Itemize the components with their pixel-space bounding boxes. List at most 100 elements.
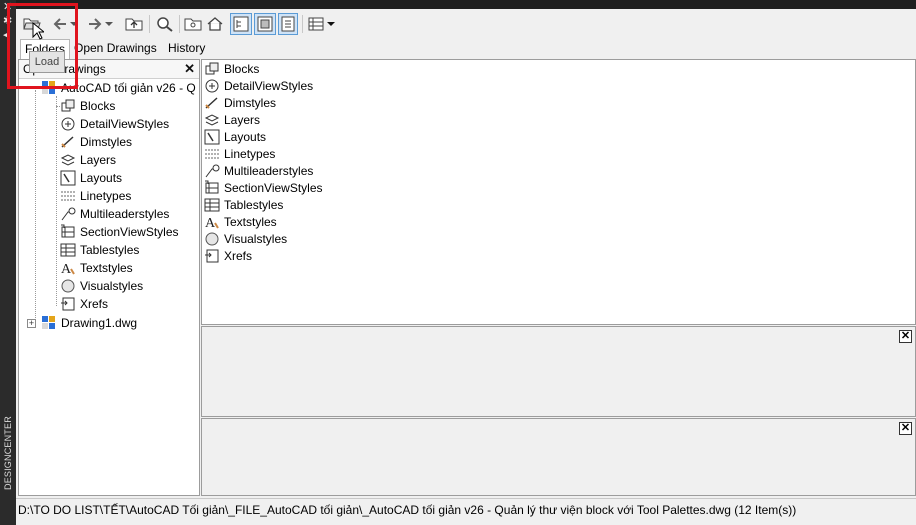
- layouts-icon: [204, 129, 220, 145]
- list-item-label: Dimstyles: [224, 95, 277, 110]
- chevron-down-icon: [105, 22, 113, 26]
- search-button[interactable]: [155, 13, 175, 35]
- list-item-multileaderstyles[interactable]: Multileaderstyles: [204, 162, 313, 179]
- tab-open-drawings[interactable]: Open Drawings: [70, 39, 161, 59]
- tree-item-layers[interactable]: Layers: [60, 151, 116, 169]
- list-item-label: Tablestyles: [224, 197, 284, 212]
- preview-pane: ✕: [201, 326, 916, 417]
- description-pane: ✕: [201, 418, 916, 496]
- list-item-linetypes[interactable]: Linetypes: [204, 145, 275, 162]
- tree-item-xrefs[interactable]: Xrefs: [60, 295, 108, 313]
- tree-item-linetypes[interactable]: Linetypes: [60, 187, 131, 205]
- tree-item-label: SectionViewStyles: [80, 225, 179, 239]
- svg-text:A: A: [61, 262, 72, 276]
- blocks-icon: [60, 98, 76, 114]
- description-toggle[interactable]: [278, 13, 298, 35]
- tree-item-textstyles[interactable]: A Textstyles: [60, 259, 133, 277]
- list-item-dimstyles[interactable]: Dimstyles: [204, 94, 276, 111]
- list-item-visualstyles[interactable]: Visualstyles: [204, 230, 287, 247]
- arrow-right-icon: [89, 18, 102, 30]
- expand-toggle[interactable]: +: [27, 319, 36, 328]
- views-dropdown[interactable]: [326, 13, 336, 35]
- list-item-label: Multileaderstyles: [224, 163, 314, 178]
- visualstyles-icon: [204, 231, 220, 247]
- list-item-layouts[interactable]: Layouts: [204, 128, 266, 145]
- tree-drawing1[interactable]: Drawing1.dwg: [41, 314, 137, 332]
- toolbar-separator: [179, 15, 180, 33]
- layouts-icon: [60, 170, 76, 186]
- list-item-sectionviewstyles[interactable]: SectionViewStyles: [204, 179, 323, 196]
- close-icon[interactable]: ✕: [899, 330, 912, 343]
- toolbar-separator: [149, 15, 150, 33]
- tree-item-multileaderstyles[interactable]: Multileaderstyles: [60, 205, 169, 223]
- dimstyles-icon: [60, 134, 76, 150]
- list-item-label: Textstyles: [224, 214, 277, 229]
- detailviewstyles-icon: [60, 116, 76, 132]
- tab-strip: Folders Open Drawings History: [16, 39, 916, 59]
- xrefs-icon: [204, 248, 220, 264]
- tree-item-blocks[interactable]: Blocks: [56, 97, 116, 115]
- tab-history[interactable]: History: [164, 39, 209, 59]
- up-button[interactable]: [124, 13, 144, 35]
- views-button[interactable]: [307, 13, 325, 35]
- list-item-layers[interactable]: Layers: [204, 111, 260, 128]
- preview-icon: [257, 16, 273, 32]
- list-item-label: Xrefs: [224, 248, 253, 263]
- tree-line: [35, 90, 36, 326]
- search-icon: [157, 17, 173, 32]
- tree-item-visualstyles[interactable]: Visualstyles: [60, 277, 143, 295]
- home-button[interactable]: [205, 13, 225, 35]
- toolbar-separator: [302, 15, 303, 33]
- content-area: Blocks DetailViewStyles Dimstyles Layers…: [201, 59, 916, 325]
- visualstyles-icon: [60, 278, 76, 294]
- forward-button[interactable]: [87, 13, 103, 35]
- tree-item-tablestyles[interactable]: Tablestyles: [60, 241, 139, 259]
- tree-view-icon: [233, 16, 249, 32]
- tree-root-label: AutoCAD tối giản v26 - Q: [61, 81, 196, 95]
- tree-view-toggle[interactable]: [230, 13, 252, 35]
- description-icon: [281, 16, 295, 32]
- views-icon: [308, 17, 324, 31]
- drawing-file-icon: [41, 315, 57, 331]
- tree-item-label: Tablestyles: [80, 243, 140, 257]
- list-item-label: DetailViewStyles: [224, 78, 314, 93]
- list-item-tablestyles[interactable]: Tablestyles: [204, 196, 283, 213]
- tree-item-dimstyles[interactable]: Dimstyles: [60, 133, 132, 151]
- tree-item-label: Visualstyles: [80, 279, 144, 293]
- mouse-cursor-icon: [32, 22, 44, 40]
- chevron-down-icon: [327, 22, 335, 26]
- tree-item-label: Dimstyles: [80, 135, 133, 149]
- list-item-blocks[interactable]: Blocks: [204, 60, 259, 77]
- tree-item-sectionviewstyles[interactable]: SectionViewStyles: [60, 223, 179, 241]
- textstyles-icon: A: [60, 260, 76, 276]
- tree-item-label: Blocks: [80, 99, 116, 113]
- favorites-button[interactable]: [183, 13, 203, 35]
- list-item-label: Layouts: [224, 129, 267, 144]
- tree-item-label: DetailViewStyles: [80, 117, 170, 131]
- forward-dropdown[interactable]: [104, 13, 114, 35]
- multileaderstyles-icon: [60, 206, 76, 222]
- close-icon[interactable]: ✕: [899, 422, 912, 435]
- folder-up-icon: [125, 18, 143, 31]
- linetypes-icon: [60, 188, 76, 204]
- list-item-label: Layers: [224, 112, 261, 127]
- tree-item-label: Multileaderstyles: [80, 207, 170, 221]
- favorites-folder-icon: [184, 18, 202, 31]
- tree-item-label: Xrefs: [80, 297, 109, 311]
- dimstyles-icon: [204, 95, 220, 111]
- close-icon[interactable]: ✕: [184, 61, 195, 77]
- window-top-strip: [0, 0, 916, 9]
- tree-item-detailviewstyles[interactable]: DetailViewStyles: [60, 115, 169, 133]
- tree-item-layouts[interactable]: Layouts: [60, 169, 122, 187]
- tree-item-label: Linetypes: [80, 189, 132, 203]
- tree-item-label: Layouts: [80, 171, 123, 185]
- layers-icon: [204, 112, 220, 128]
- home-icon: [207, 17, 223, 31]
- multileaderstyles-icon: [204, 163, 220, 179]
- preview-toggle[interactable]: [254, 13, 276, 35]
- list-item-textstyles[interactable]: A Textstyles: [204, 213, 277, 230]
- toolbar: [16, 9, 916, 39]
- list-item-detailviewstyles[interactable]: DetailViewStyles: [204, 77, 313, 94]
- list-item-label: Visualstyles: [224, 231, 288, 246]
- list-item-xrefs[interactable]: Xrefs: [204, 247, 252, 264]
